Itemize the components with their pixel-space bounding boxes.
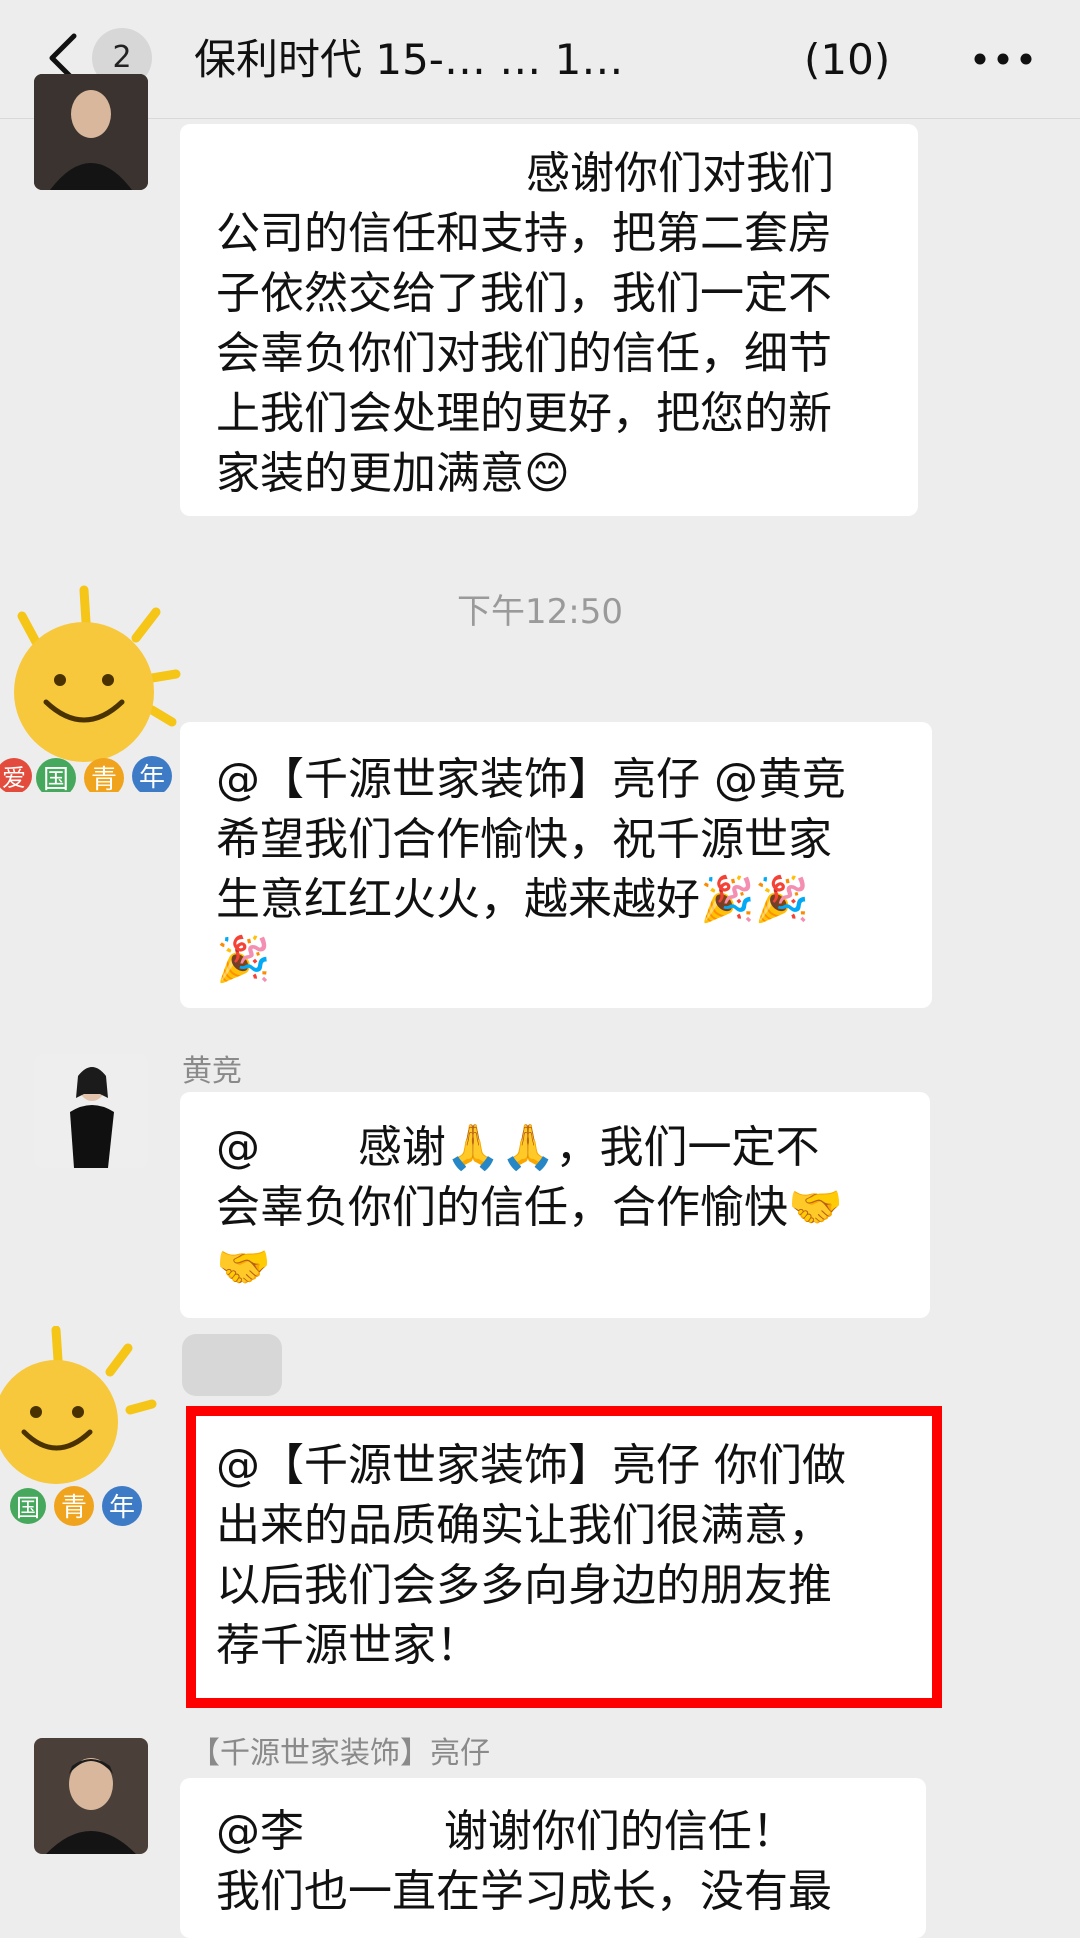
badge-char: 青 — [61, 1493, 87, 1523]
chat-header: 2 保利时代 15-… … 1… (10) — [0, 0, 1080, 119]
badge-char: 国 — [16, 1494, 40, 1522]
sun-avatar-icon[interactable]: 国 青 年 — [0, 1326, 160, 1526]
badge-char: 年 — [109, 1493, 135, 1523]
more-options-icon[interactable] — [972, 44, 1034, 74]
avatar[interactable] — [34, 1738, 148, 1854]
avatar[interactable] — [34, 1054, 148, 1168]
sender-name: 黄竞 — [182, 1054, 242, 1089]
message-text: 感谢你们对我们 公司的信任和支持，把第二套房 子依然交给了我们，我们一定不 会辜… — [216, 148, 834, 499]
message-text: @李 谢谢你们的信任！ 我们也一直在学习成长，没有最 — [216, 1806, 832, 1917]
message-bubble: 感谢你们对我们 公司的信任和支持，把第二套房 子依然交给了我们，我们一定不 会辜… — [180, 124, 918, 516]
badge-char: 国 — [43, 765, 69, 792]
message-bubble: @【千源世家装饰】亮仔 @黄竞 希望我们合作愉快，祝千源世家 生意红红火火，越来… — [180, 722, 932, 1008]
avatar[interactable] — [34, 74, 148, 190]
sun-avatar-icon[interactable]: 爱 国 青 年 — [0, 582, 190, 792]
chat-title: 保利时代 15-… … 1… — [194, 35, 624, 84]
message-text: @【千源世家装饰】亮仔 @黄竞 希望我们合作愉快，祝千源世家 生意红红火火，越来… — [216, 754, 846, 985]
message-bubble: @ 感谢🙏🙏，我们一定不 会辜负你们的信任，合作愉快🤝 🤝 — [180, 1092, 930, 1318]
message-text: @【千源世家装饰】亮仔 你们做 出来的品质确实让我们很满意， 以后我们会多多向身… — [216, 1440, 846, 1671]
badge-char: 年 — [139, 763, 165, 792]
badge-char: 青 — [91, 765, 117, 792]
sender-name: 【千源世家装饰】亮仔 — [190, 1736, 490, 1771]
redacted-sender — [182, 1334, 282, 1396]
message-text: @ 感谢🙏🙏，我们一定不 会辜负你们的信任，合作愉快🤝 🤝 — [216, 1122, 843, 1293]
message-bubble: @李 谢谢你们的信任！ 我们也一直在学习成长，没有最 — [180, 1778, 926, 1938]
message-bubble: @【千源世家装饰】亮仔 你们做 出来的品质确实让我们很满意， 以后我们会多多向身… — [190, 1412, 936, 1702]
member-count: (10) — [804, 35, 891, 84]
badge-char: 爱 — [2, 764, 26, 792]
